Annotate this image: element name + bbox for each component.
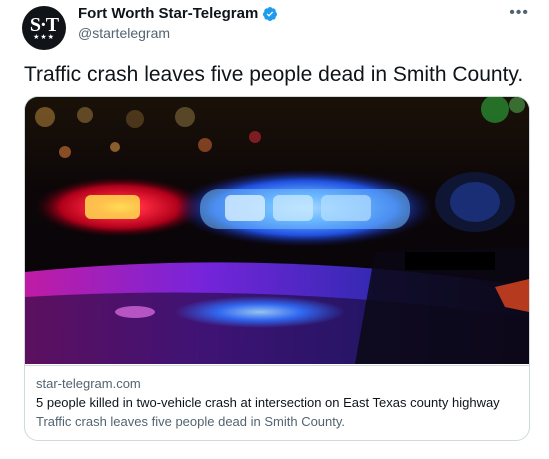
author-handle[interactable]: @startelegram [78, 25, 170, 42]
more-options-icon[interactable]: ••• [509, 4, 529, 22]
card-description: Traffic crash leaves five people dead in… [36, 414, 346, 429]
card-title: 5 people killed in two-vehicle crash at … [36, 395, 500, 410]
link-preview-card[interactable]: star-telegram.com 5 people killed in two… [24, 96, 530, 441]
author-name-row: Fort Worth Star-Telegram [78, 5, 278, 23]
police-light-photo[interactable] [25, 97, 529, 364]
avatar-logo-text: S·T [29, 14, 59, 36]
author-display-name[interactable]: Fort Worth Star-Telegram [78, 5, 258, 23]
avatar[interactable]: S·T ★★★ [22, 6, 66, 50]
avatar-stars: ★★★ [33, 34, 55, 41]
card-domain: star-telegram.com [36, 376, 141, 391]
verified-badge-icon [262, 6, 278, 22]
tweet: S·T ★★★ Fort Worth Star-Telegram @starte… [0, 0, 549, 459]
tweet-text: Traffic crash leaves five people dead in… [24, 63, 524, 86]
card-body: star-telegram.com 5 people killed in two… [25, 365, 529, 431]
